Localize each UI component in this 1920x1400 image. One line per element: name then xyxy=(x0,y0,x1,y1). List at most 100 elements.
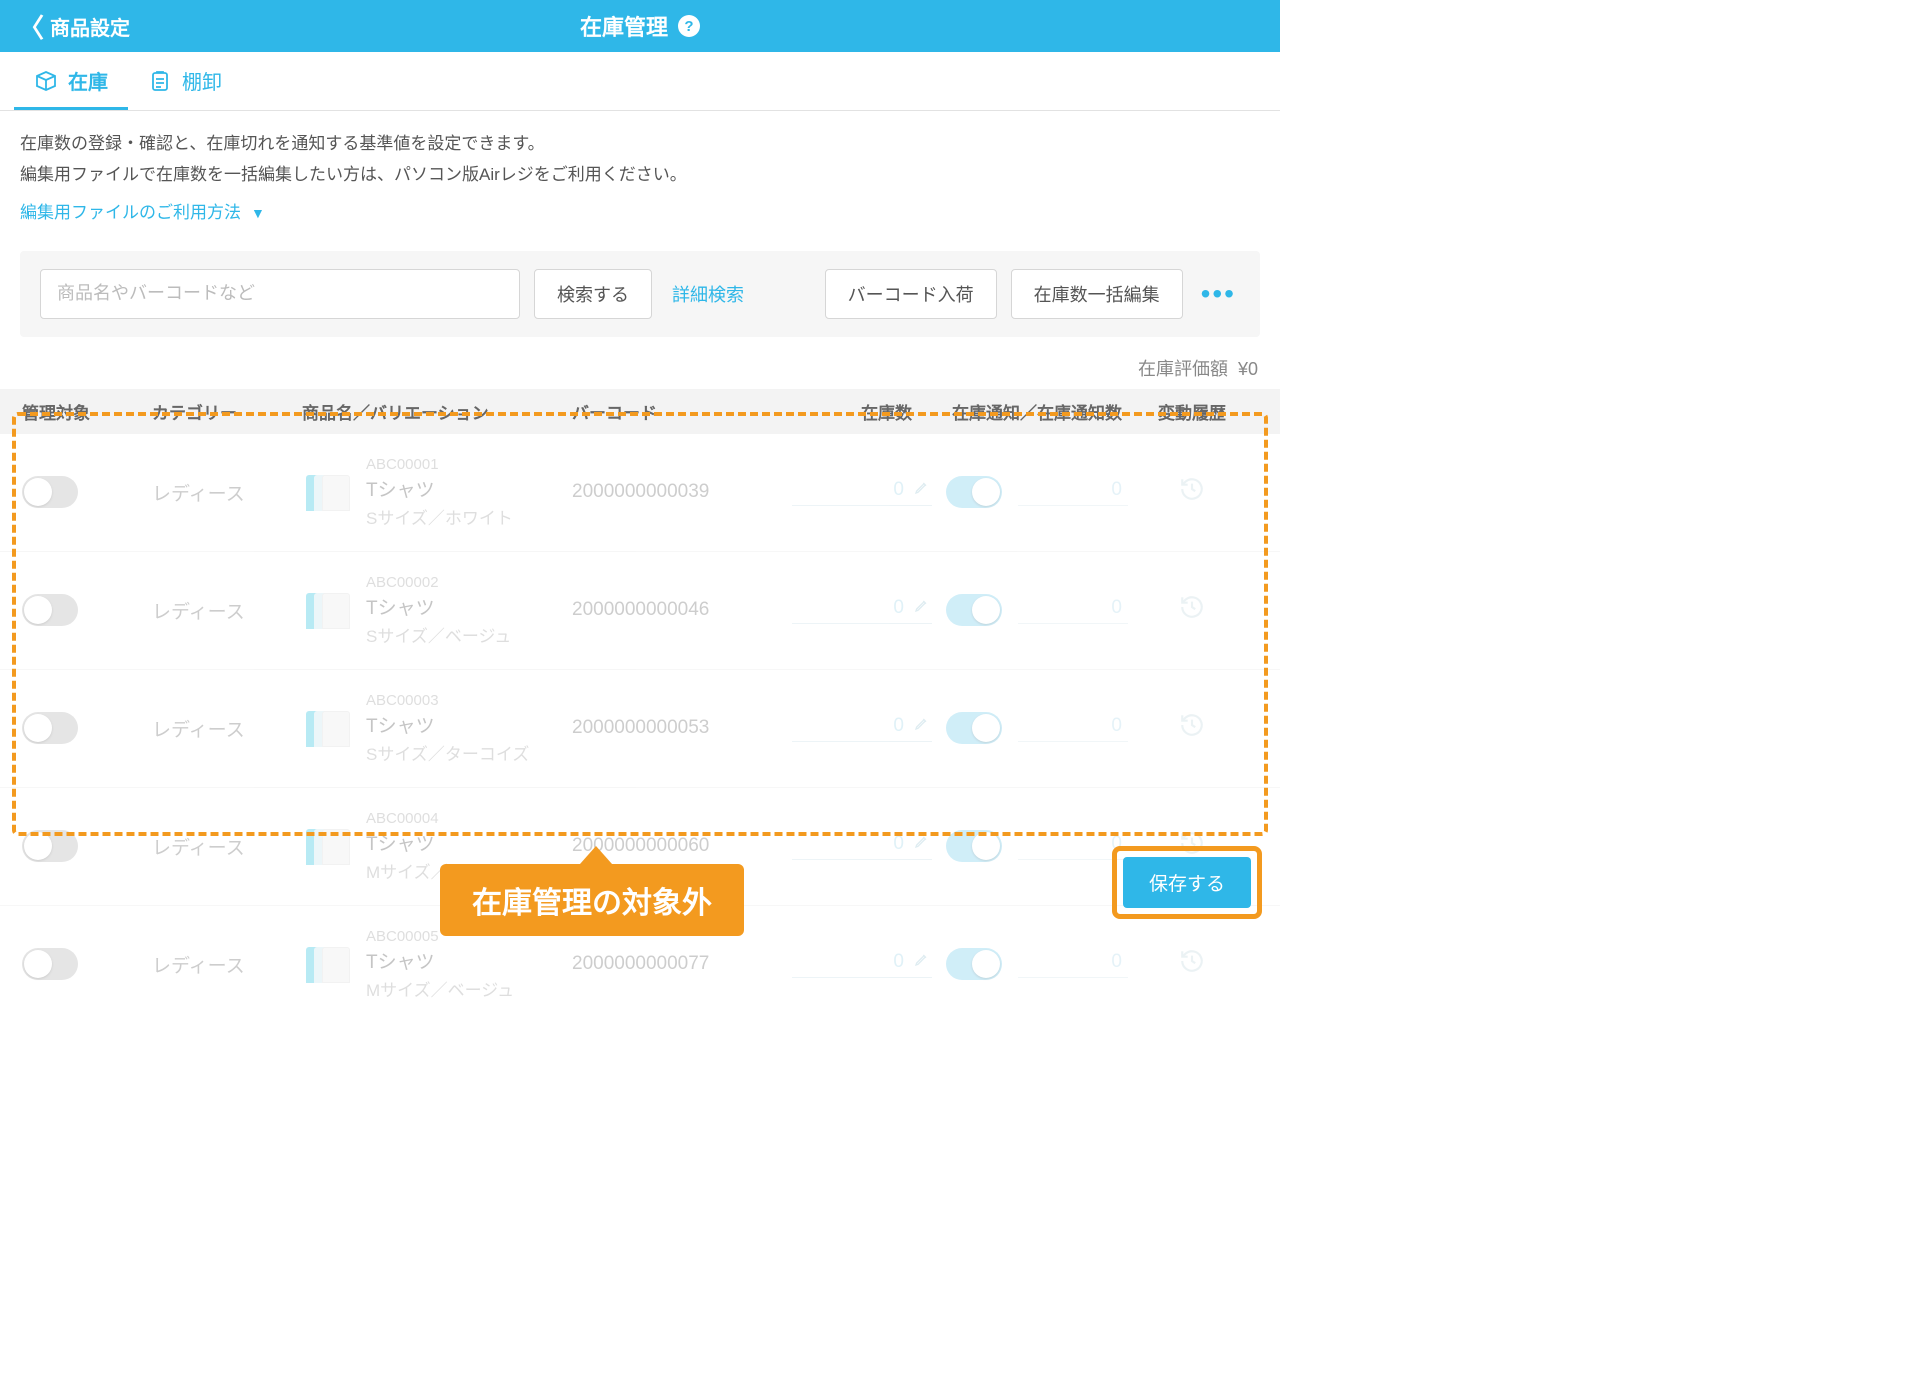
manage-toggle[interactable] xyxy=(22,594,78,626)
tab-stock-label: 在庫 xyxy=(68,66,108,95)
table-row: レディース ABC00003 Tシャツ Sサイズ／ターコイズ 200000000… xyxy=(0,670,1280,788)
row-barcode: 2000000000039 xyxy=(572,481,792,503)
more-icon[interactable]: ••• xyxy=(1197,278,1240,310)
tab-stock[interactable]: 在庫 xyxy=(14,52,128,110)
info-block: 在庫数の登録・確認と、在庫切れを通知する基準値を設定できます。 編集用ファイルで… xyxy=(0,111,1280,239)
row-name: Tシャツ xyxy=(366,593,511,620)
history-icon xyxy=(1179,594,1205,620)
callout-bubble: 在庫管理の対象外 xyxy=(440,864,744,936)
notify-value[interactable]: 0 xyxy=(1018,597,1128,624)
row-product: ABC00001 Tシャツ Sサイズ／ホワイト xyxy=(302,456,572,529)
row-stock[interactable]: 0 xyxy=(792,479,932,506)
product-thumb-icon xyxy=(302,703,352,753)
info-link-label: 編集用ファイルのご利用方法 xyxy=(20,198,241,229)
history-button[interactable] xyxy=(1142,476,1242,509)
notify-toggle[interactable] xyxy=(946,948,1002,980)
history-button[interactable] xyxy=(1142,712,1242,745)
row-product: ABC00002 Tシャツ Sサイズ／ベージュ xyxy=(302,574,572,647)
tab-bar: 在庫 棚卸 xyxy=(0,52,1280,111)
col-history: 変動履歴 xyxy=(1142,399,1242,424)
product-thumb-icon xyxy=(302,467,352,517)
row-notify: 0 xyxy=(932,712,1142,744)
barcode-intake-button[interactable]: バーコード入荷 xyxy=(825,269,997,319)
product-thumb-icon xyxy=(302,821,352,871)
col-barcode: バーコード xyxy=(572,399,792,424)
col-target: 管理対象 xyxy=(22,399,152,424)
row-stock[interactable]: 0 xyxy=(792,833,932,860)
product-thumb-icon xyxy=(302,585,352,635)
valuation-line: 在庫評価額 ¥0 xyxy=(0,337,1280,389)
row-name: Tシャツ xyxy=(366,475,513,502)
edit-icon xyxy=(914,715,930,736)
row-category: レディース xyxy=(152,715,302,742)
history-icon xyxy=(1179,476,1205,502)
page-title: 在庫管理 ? xyxy=(580,10,700,42)
notify-toggle[interactable] xyxy=(946,594,1002,626)
row-code: ABC00001 xyxy=(366,456,513,473)
history-icon xyxy=(1179,948,1205,974)
col-stock: 在庫数 xyxy=(792,399,932,424)
back-button[interactable]: 〈 商品設定 xyxy=(18,8,130,45)
history-button[interactable] xyxy=(1142,594,1242,627)
notify-toggle[interactable] xyxy=(946,830,1002,862)
notify-value[interactable]: 0 xyxy=(1018,715,1128,742)
app-header: 〈 商品設定 在庫管理 ? xyxy=(0,0,1280,52)
col-product: 商品名／バリエーション xyxy=(302,399,572,424)
row-category: レディース xyxy=(152,597,302,624)
manage-toggle[interactable] xyxy=(22,712,78,744)
row-variant: Mサイズ／ベージュ xyxy=(366,976,514,1001)
row-barcode: 2000000000046 xyxy=(572,599,792,621)
row-name: Tシャツ xyxy=(366,947,514,974)
row-category: レディース xyxy=(152,479,302,506)
history-button[interactable] xyxy=(1142,948,1242,981)
history-icon xyxy=(1179,712,1205,738)
row-variant: Sサイズ／ベージュ xyxy=(366,622,511,647)
bulk-edit-button[interactable]: 在庫数一括編集 xyxy=(1011,269,1183,319)
valuation-label: 在庫評価額 xyxy=(1138,359,1228,379)
edit-icon xyxy=(914,833,930,854)
edit-icon xyxy=(914,951,930,972)
notify-value[interactable]: 0 xyxy=(1018,479,1128,506)
row-notify: 0 xyxy=(932,948,1142,980)
notify-value[interactable]: 0 xyxy=(1018,951,1128,978)
box-icon xyxy=(34,69,58,93)
page-title-text: 在庫管理 xyxy=(580,10,668,42)
back-label: 商品設定 xyxy=(50,12,130,41)
product-thumb-icon xyxy=(302,939,352,989)
row-category: レディース xyxy=(152,833,302,860)
help-icon[interactable]: ? xyxy=(678,15,700,37)
row-stock[interactable]: 0 xyxy=(792,951,932,978)
edit-icon xyxy=(914,597,930,618)
callout: 在庫管理の対象外 xyxy=(440,846,744,936)
chevron-left-icon: 〈 xyxy=(18,8,44,45)
manage-toggle[interactable] xyxy=(22,830,78,862)
advanced-search-link[interactable]: 詳細検索 xyxy=(666,281,750,307)
edit-icon xyxy=(914,479,930,500)
search-button[interactable]: 検索する xyxy=(534,269,652,319)
row-code: ABC00003 xyxy=(366,692,529,709)
save-highlight: 保存する xyxy=(1112,846,1262,919)
save-button[interactable]: 保存する xyxy=(1123,857,1251,908)
info-link[interactable]: 編集用ファイルのご利用方法 ▼ xyxy=(20,198,265,229)
notify-toggle[interactable] xyxy=(946,712,1002,744)
row-barcode: 2000000000053 xyxy=(572,717,792,739)
chevron-down-icon: ▼ xyxy=(251,201,265,226)
row-notify: 0 xyxy=(932,830,1142,862)
notify-toggle[interactable] xyxy=(946,476,1002,508)
manage-toggle[interactable] xyxy=(22,476,78,508)
row-notify: 0 xyxy=(932,594,1142,626)
col-category: カテゴリー xyxy=(152,399,302,424)
clipboard-icon xyxy=(148,69,172,93)
row-stock[interactable]: 0 xyxy=(792,715,932,742)
row-barcode: 2000000000077 xyxy=(572,953,792,975)
row-variant: Sサイズ／ターコイズ xyxy=(366,740,529,765)
row-name: Tシャツ xyxy=(366,711,529,738)
tab-inventory[interactable]: 棚卸 xyxy=(128,52,242,110)
manage-toggle[interactable] xyxy=(22,948,78,980)
search-input[interactable] xyxy=(40,269,520,319)
search-panel: 検索する 詳細検索 バーコード入荷 在庫数一括編集 ••• xyxy=(20,251,1260,337)
row-variant: Sサイズ／ホワイト xyxy=(366,504,513,529)
row-stock[interactable]: 0 xyxy=(792,597,932,624)
row-code: ABC00004 xyxy=(366,810,516,827)
info-line-1: 在庫数の登録・確認と、在庫切れを通知する基準値を設定できます。 xyxy=(20,129,1260,160)
